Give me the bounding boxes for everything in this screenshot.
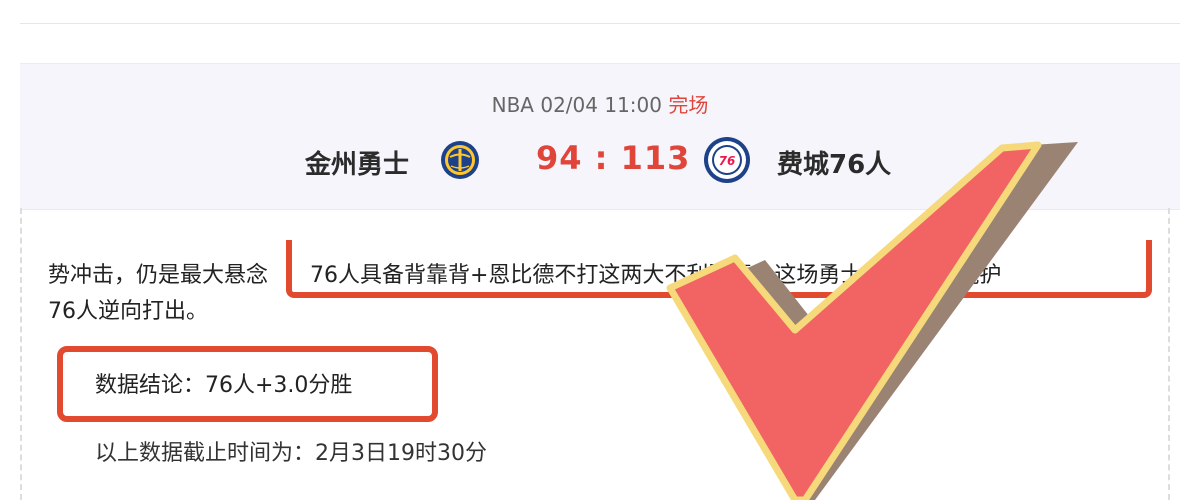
league-label: NBA xyxy=(491,93,534,117)
page: NBA 02/04 11:00 完场 金州勇士 94 : 113 76 费城76… xyxy=(0,0,1200,500)
match-datetime: 02/04 11:00 xyxy=(540,93,662,117)
match-meta: NBA 02/04 11:00 完场 xyxy=(20,89,1180,118)
data-conclusion: 数据结论：76人+3.0分胜 xyxy=(95,373,353,398)
home-team-name[interactable]: 金州勇士 xyxy=(305,144,409,181)
match-status: 完场 xyxy=(668,93,709,117)
content-left-border xyxy=(20,208,22,500)
warriors-logo-icon xyxy=(441,141,479,179)
article-text-line1: 势冲击，仍是最大悬念 xyxy=(48,263,269,288)
checkmark-icon xyxy=(666,141,1078,500)
content-right-border xyxy=(1168,208,1170,500)
divider xyxy=(20,23,1180,24)
article-text-line2: 76人逆向打出。 xyxy=(48,299,208,324)
data-cutoff-note: 以上数据截止时间为：2月3日19时30分 xyxy=(95,441,487,466)
